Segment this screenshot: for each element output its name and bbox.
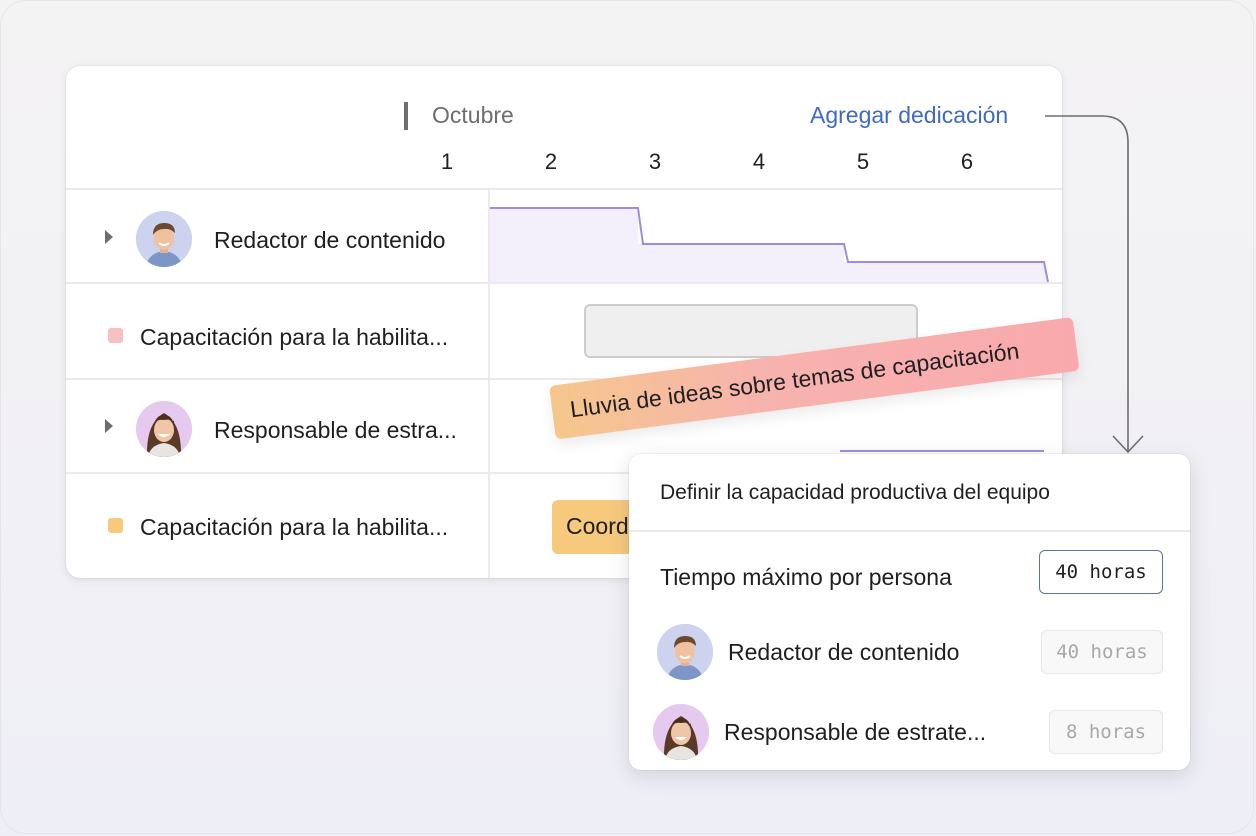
person-hours-field: 8 horas	[1049, 710, 1163, 754]
person-avatar-icon	[657, 624, 713, 680]
max-time-label: Tiempo máximo por persona	[660, 564, 952, 590]
avatar	[657, 624, 713, 680]
person-avatar-icon	[653, 704, 709, 760]
max-time-input[interactable]: 40 horas	[1039, 550, 1163, 594]
popup-title: Definir la capacidad productiva del equi…	[660, 481, 1050, 504]
capacity-popup: Definir la capacidad productiva del equi…	[629, 454, 1190, 770]
person-name: Responsable de estrate...	[724, 719, 987, 745]
avatar	[653, 704, 709, 760]
person-name: Redactor de contenido	[728, 639, 960, 665]
divider	[629, 530, 1190, 532]
person-hours-field: 40 horas	[1041, 630, 1163, 674]
